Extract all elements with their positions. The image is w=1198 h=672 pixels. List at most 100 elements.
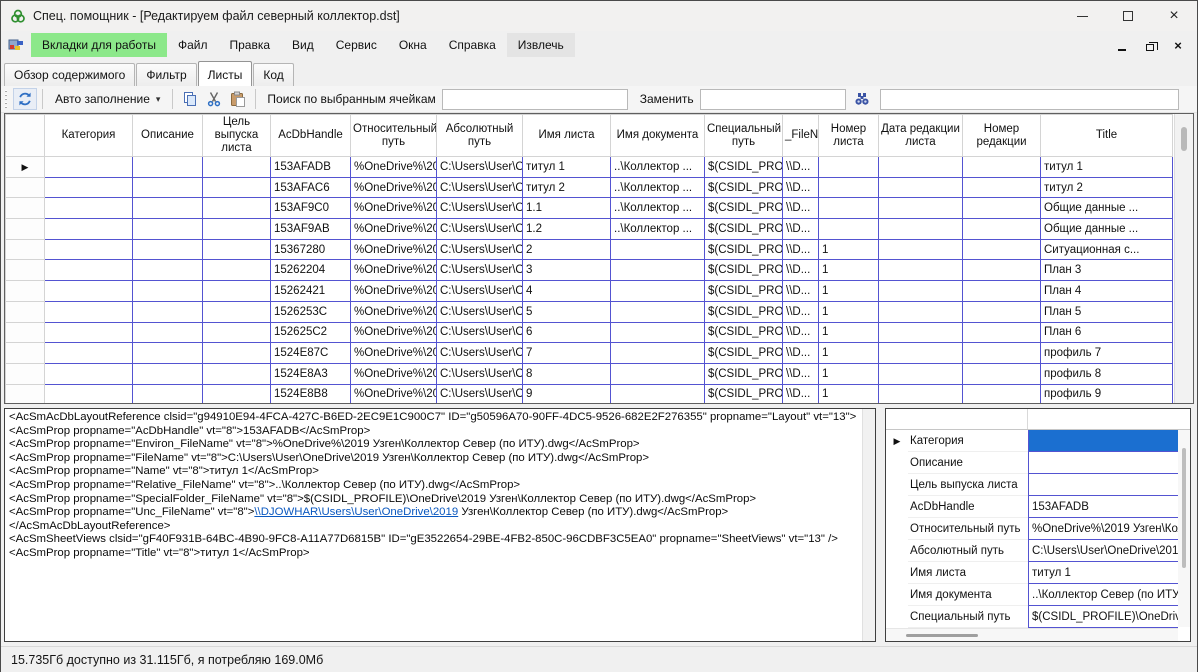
xml-editor[interactable]: <AcSmAcDbLayoutReference clsid="g94910E9… [4,408,876,642]
cell-revision-number[interactable] [963,219,1041,240]
column-header-acdbhandle[interactable]: AcDbHandle [271,115,351,157]
unc-path-link[interactable]: \\DJOWHAR\Users\User\OneDrive\2019 [254,506,458,518]
tab-filter[interactable]: Фильтр [136,63,196,86]
cell-revision-date[interactable] [879,198,963,219]
cell-relative-path[interactable]: %OneDrive%\20... [351,322,437,343]
cell-document-name[interactable]: ..\Коллектор ... [611,157,705,178]
property-value[interactable]: $(CSIDL_PROFILE)\OneDrive\ [1028,606,1178,628]
cell-purpose[interactable] [203,301,271,322]
cell-description[interactable] [133,363,203,384]
cell-revision-number[interactable] [963,281,1041,302]
cell-revision-date[interactable] [879,281,963,302]
cell-purpose[interactable] [203,198,271,219]
cell-relative-path[interactable]: %OneDrive%\20... [351,157,437,178]
cell-filename[interactable]: \\D... [783,260,819,281]
cell-sheet-name[interactable]: 6 [523,322,611,343]
cell-description[interactable] [133,219,203,240]
cell-description[interactable] [133,343,203,364]
cell-sheet-name[interactable]: 4 [523,281,611,302]
cell-acdbhandle[interactable]: 1524E8B8 [271,384,351,404]
cell-acdbhandle[interactable]: 153AFADB [271,157,351,178]
cell-revision-number[interactable] [963,198,1041,219]
cell-absolute-path[interactable]: C:\Users\User\O... [437,219,523,240]
menu-item-work-tabs[interactable]: Вкладки для работы [31,33,167,57]
cell-title[interactable]: План 3 [1041,260,1173,281]
row-header[interactable] [6,239,45,260]
cell-description[interactable] [133,301,203,322]
copy-button[interactable] [178,88,202,110]
cell-purpose[interactable] [203,177,271,198]
cell-sheet-name[interactable]: 2 [523,239,611,260]
row-header[interactable] [6,363,45,384]
cell-sheet-name[interactable]: 1.1 [523,198,611,219]
cell-document-name[interactable]: ..\Коллектор ... [611,219,705,240]
search-input[interactable] [442,89,628,110]
cell-purpose[interactable] [203,157,271,178]
cell-special-path[interactable]: $(CSIDL_PROFI... [705,301,783,322]
mdi-restore-button[interactable] [1143,38,1157,52]
cell-category[interactable] [45,260,133,281]
cell-filename[interactable]: \\D... [783,281,819,302]
cell-special-path[interactable]: $(CSIDL_PROFI... [705,281,783,302]
cell-sheet-name[interactable]: 8 [523,363,611,384]
row-header[interactable] [6,177,45,198]
menu-item-help[interactable]: Справка [438,33,507,57]
cell-sheet-name[interactable]: 9 [523,384,611,404]
cell-description[interactable] [133,281,203,302]
cell-relative-path[interactable]: %OneDrive%\20... [351,219,437,240]
cell-document-name[interactable]: ..\Коллектор ... [611,198,705,219]
cell-special-path[interactable]: $(CSIDL_PROFI... [705,322,783,343]
cell-sheet-name[interactable]: 3 [523,260,611,281]
cell-purpose[interactable] [203,281,271,302]
cell-title[interactable]: План 5 [1041,301,1173,322]
cell-relative-path[interactable]: %OneDrive%\20... [351,198,437,219]
cell-acdbhandle[interactable]: 153AF9AB [271,219,351,240]
cell-title[interactable]: План 6 [1041,322,1173,343]
cell-category[interactable] [45,157,133,178]
cell-revision-number[interactable] [963,260,1041,281]
cell-special-path[interactable]: $(CSIDL_PROFI... [705,239,783,260]
scrollbar-thumb[interactable] [906,634,978,637]
cell-sheet-name[interactable]: титул 2 [523,177,611,198]
cell-absolute-path[interactable]: C:\Users\User\O... [437,343,523,364]
property-value[interactable]: 153AFADB [1028,496,1178,518]
column-header-document-name[interactable]: Имя документа [611,115,705,157]
cell-acdbhandle[interactable]: 15367280 [271,239,351,260]
cell-title[interactable]: профиль 8 [1041,363,1173,384]
column-header-absolute-path[interactable]: Абсолютный путь [437,115,523,157]
cell-revision-date[interactable] [879,322,963,343]
cell-revision-number[interactable] [963,239,1041,260]
cell-category[interactable] [45,322,133,343]
cell-filename[interactable]: \\D... [783,157,819,178]
cell-document-name[interactable]: ..\Коллектор ... [611,177,705,198]
paste-button[interactable] [226,88,250,110]
scrollbar-thumb[interactable] [1182,448,1186,568]
column-header-filename[interactable]: _FileN... [783,115,819,157]
cell-revision-number[interactable] [963,322,1041,343]
cell-special-path[interactable]: $(CSIDL_PROFI... [705,219,783,240]
column-header-description[interactable]: Описание [133,115,203,157]
row-header[interactable] [6,301,45,322]
row-header[interactable] [6,260,45,281]
cell-sheet-name[interactable]: 1.2 [523,219,611,240]
cell-sheet-name[interactable]: титул 1 [523,157,611,178]
tab-content-overview[interactable]: Обзор содержимого [4,63,135,86]
cell-title[interactable]: Ситуационная с... [1041,239,1173,260]
cell-category[interactable] [45,239,133,260]
cell-sheet-number[interactable] [819,219,879,240]
property-value[interactable]: C:\Users\User\OneDrive\2019 [1028,540,1178,562]
cell-acdbhandle[interactable]: 15262204 [271,260,351,281]
property-value[interactable] [1028,430,1178,452]
cell-special-path[interactable]: $(CSIDL_PROFI... [705,260,783,281]
cell-filename[interactable]: \\D... [783,239,819,260]
cell-absolute-path[interactable]: C:\Users\User\O... [437,198,523,219]
cell-title[interactable]: профиль 9 [1041,384,1173,404]
cell-description[interactable] [133,260,203,281]
tab-code[interactable]: Код [253,63,293,86]
cell-acdbhandle[interactable]: 153AF9C0 [271,198,351,219]
cell-revision-number[interactable] [963,384,1041,404]
cell-acdbhandle[interactable]: 1524E8A3 [271,363,351,384]
cell-filename[interactable]: \\D... [783,343,819,364]
row-header[interactable] [6,198,45,219]
property-value[interactable]: %OneDrive%\2019 Узген\Кол. [1028,518,1178,540]
